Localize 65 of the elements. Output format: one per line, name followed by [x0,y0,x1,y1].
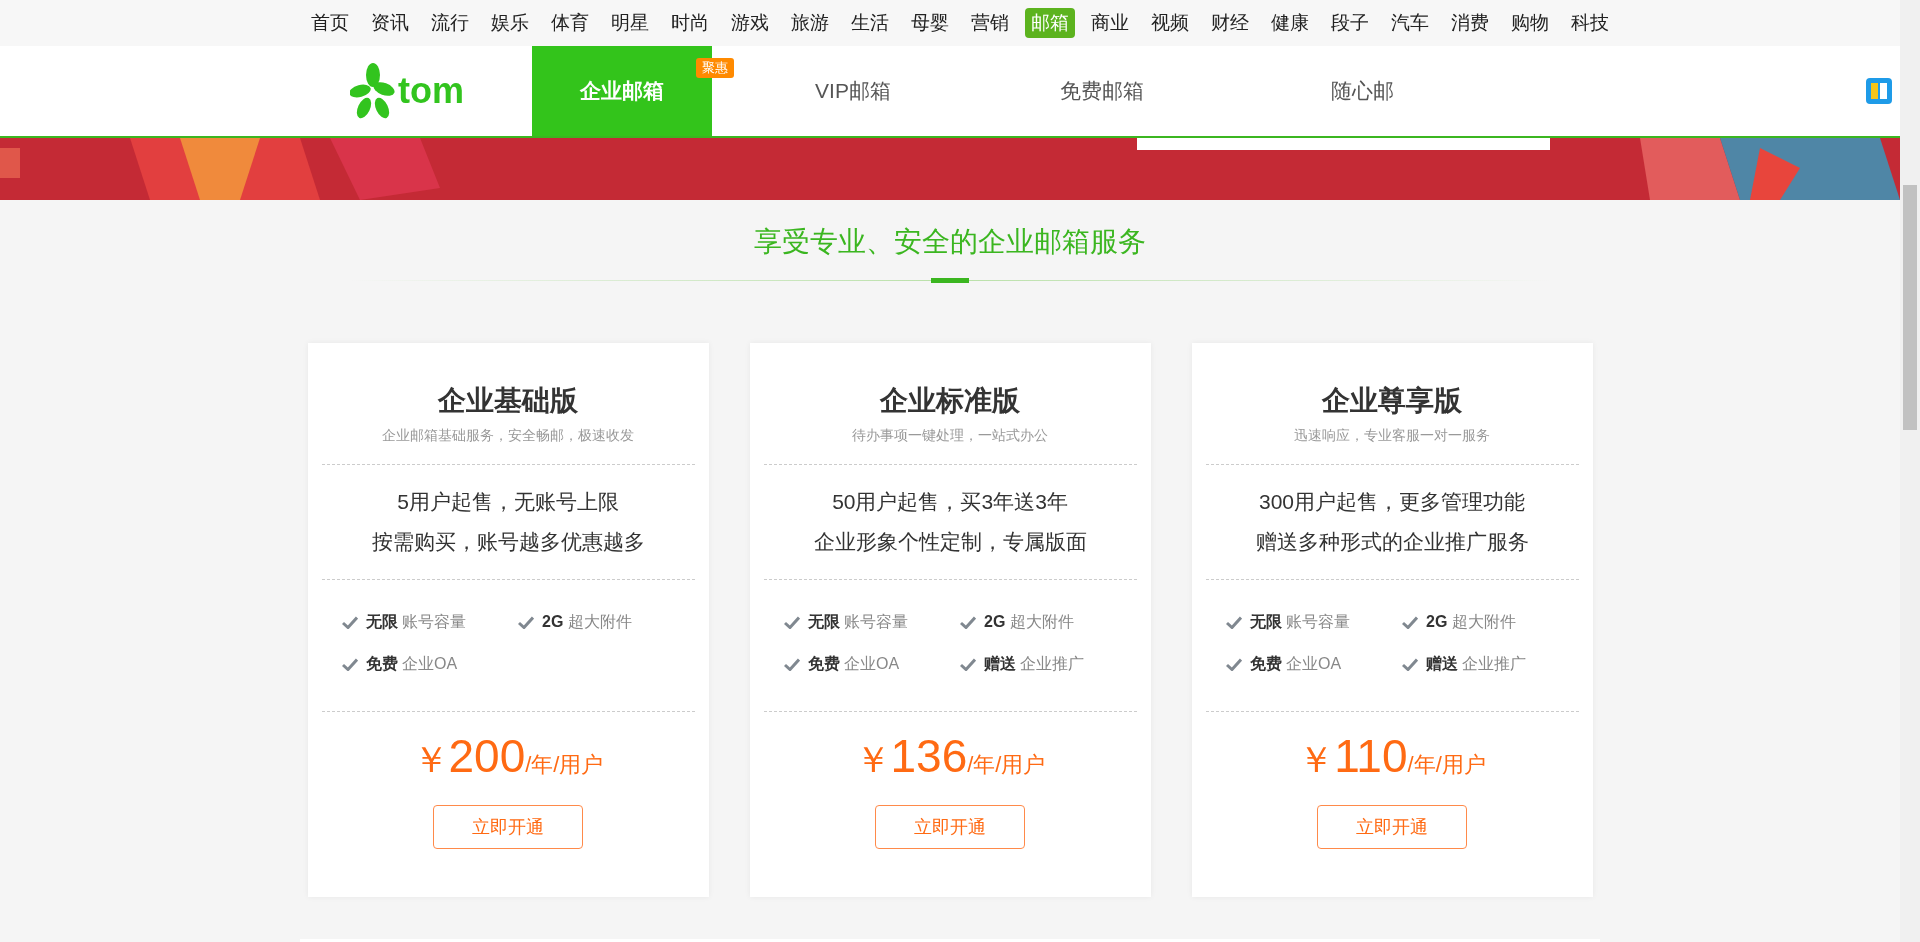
check-icon [1402,615,1418,629]
check-icon [960,657,976,671]
feature-text: 无限 账号容量 [365,612,466,632]
check-icon [960,615,976,629]
check-icon [341,615,358,629]
check-icon [1402,657,1418,671]
nav-link[interactable]: 营销 [965,8,1015,38]
feature-text: 2G 超大附件 [542,612,632,632]
app-icon[interactable] [1866,78,1892,104]
nav-link[interactable]: 明星 [605,8,655,38]
nav-link[interactable]: 首页 [305,8,355,38]
promo-badge: 聚惠 [696,58,734,78]
check-icon [341,657,358,671]
plan-name: 企业标准版 [880,384,1020,418]
feature-text: 赠送 企业推广 [1426,654,1527,674]
plan-highlight: 50用户起售，买3年送3年 [832,489,1068,515]
header-tab[interactable]: 免费邮箱 [972,46,1232,136]
nav-link[interactable]: 消费 [1445,8,1495,38]
nav-link[interactable]: 娱乐 [485,8,535,38]
nav-link[interactable]: 商业 [1085,8,1135,38]
plan-price: ￥110/年/用户 [1298,732,1486,784]
plan-name: 企业尊享版 [1322,384,1462,418]
plan-price: ￥136/年/用户 [854,732,1046,784]
plan-subtitle: 企业邮箱基础服务，安全畅邮，极速收发 [382,426,634,445]
nav-link[interactable]: 体育 [545,8,595,38]
plan-subtitle: 待办事项一键处理，一站式办公 [852,426,1048,445]
nav-link[interactable]: 母婴 [905,8,955,38]
logo-icon [350,63,396,119]
section-title: 享受专业、安全的企业邮箱服务 [754,225,1146,259]
plan-price: ￥200/年/用户 [412,732,604,784]
feature-text: 无限 账号容量 [1249,612,1350,632]
header-tab[interactable]: VIP邮箱 [734,46,972,136]
nav-link[interactable]: 游戏 [725,8,775,38]
nav-link[interactable]: 资讯 [365,8,415,38]
nav-link[interactable]: 流行 [425,8,475,38]
check-icon [518,615,534,629]
feature-text: 2G 超大附件 [1426,612,1516,632]
header-tab[interactable]: 随心邮 [1232,46,1492,136]
nav-link[interactable]: 科技 [1565,8,1615,38]
feature-text: 无限 账号容量 [807,612,908,632]
nav-link[interactable]: 视频 [1145,8,1195,38]
check-icon [1225,657,1242,671]
plan-subtitle: 迅速响应，专业客服一对一服务 [1294,426,1490,445]
nav-link[interactable]: 旅游 [785,8,835,38]
feature-text: 2G 超大附件 [984,612,1074,632]
plan-highlight: 5用户起售，无账号上限 [397,489,619,515]
nav-link[interactable]: 段子 [1325,8,1375,38]
feature-text: 免费 企业OA [1249,654,1342,674]
nav-link[interactable]: 汽车 [1385,8,1435,38]
feature-text: 免费 企业OA [365,654,458,674]
nav-link[interactable]: 健康 [1265,8,1315,38]
check-icon [783,615,800,629]
check-icon [1225,615,1242,629]
plan-highlight: 300用户起售，更多管理功能 [1258,489,1525,515]
check-icon [783,657,800,671]
nav-link[interactable]: 财经 [1205,8,1255,38]
nav-link[interactable]: 购物 [1505,8,1555,38]
feature-text: 免费 企业OA [807,654,900,674]
plan-highlight: 按需购买，账号越多优惠越多 [371,529,645,555]
plan-highlight: 赠送多种形式的企业推广服务 [1255,529,1529,555]
nav-link[interactable]: 时尚 [665,8,715,38]
plan-highlight: 企业形象个性定制，专属版面 [813,529,1087,555]
plan-name: 企业基础版 [438,384,578,418]
nav-link[interactable]: 生活 [845,8,895,38]
feature-text: 赠送 企业推广 [984,654,1085,674]
